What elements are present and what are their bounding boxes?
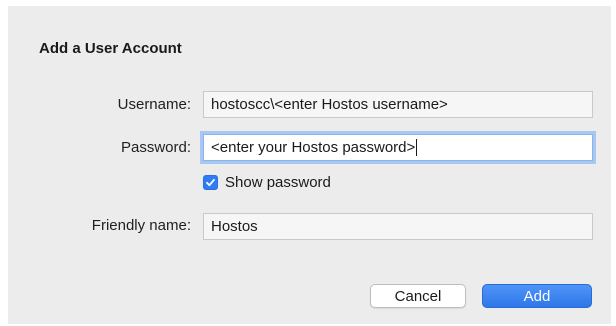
username-label: Username:: [117, 96, 191, 113]
show-password-label: Show password: [225, 174, 331, 191]
password-label: Password:: [120, 139, 191, 156]
dialog-title: Add a User Account: [39, 40, 182, 57]
friendly-name-value: Hostos: [211, 218, 258, 235]
add-button[interactable]: Add: [482, 284, 592, 308]
add-button-label: Add: [523, 287, 551, 305]
username-field[interactable]: hostoscc\<enter Hostos username>: [203, 91, 593, 118]
cancel-button[interactable]: Cancel: [370, 284, 466, 308]
checkmark-icon: [203, 175, 218, 190]
password-field[interactable]: <enter your Hostos password>: [203, 134, 593, 161]
show-password-checkbox[interactable]: Show password: [203, 174, 331, 191]
friendly-name-label: Friendly name:: [91, 217, 191, 234]
add-user-dialog: Add a User Account Username: hostoscc\<e…: [8, 6, 611, 324]
friendly-name-field[interactable]: Hostos: [203, 213, 593, 240]
password-value: <enter your Hostos password>: [211, 139, 416, 156]
cancel-button-label: Cancel: [394, 287, 442, 305]
username-value: hostoscc\<enter Hostos username>: [211, 96, 448, 113]
text-cursor: [416, 139, 418, 156]
